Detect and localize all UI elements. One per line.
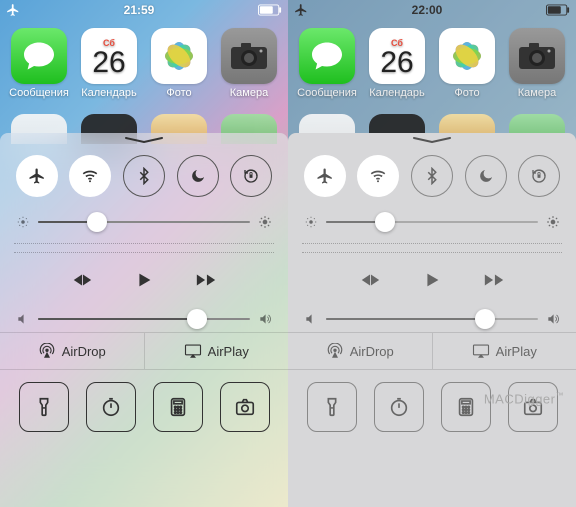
calculator-button[interactable] (153, 382, 203, 432)
home-row-1: Сообщения Сб 26 Календарь (288, 24, 576, 99)
volume-high-icon (546, 312, 560, 326)
play-button[interactable] (421, 269, 443, 296)
home-row-1: Сообщения Сб 26 Календарь (0, 24, 288, 99)
flashlight-button[interactable] (19, 382, 69, 432)
volume-low-icon (16, 312, 30, 326)
brightness-high-icon (546, 215, 560, 229)
volume-slider[interactable] (0, 306, 288, 332)
camera-icon (234, 396, 256, 418)
status-bar: 22:00 (288, 0, 576, 20)
control-center: AirDrop AirPlay (0, 133, 288, 507)
flashlight-icon (321, 396, 343, 418)
app-calendar[interactable]: Сб 26 Календарь (367, 28, 427, 99)
airdrop-icon (326, 343, 344, 359)
timer-button[interactable] (374, 382, 424, 432)
sheet-grabber-icon[interactable] (413, 137, 451, 143)
calculator-icon (455, 396, 477, 418)
app-calendar[interactable]: Сб 26 Календарь (79, 28, 139, 99)
airplane-toggle[interactable] (304, 155, 346, 197)
dnd-toggle[interactable] (465, 155, 507, 197)
airdrop-icon (38, 343, 56, 359)
previous-track-button[interactable] (359, 269, 381, 296)
next-track-button[interactable] (483, 269, 505, 296)
share-row: AirDrop AirPlay (288, 332, 576, 370)
airplay-button[interactable]: AirPlay (432, 333, 576, 369)
camera-button[interactable] (508, 382, 558, 432)
app-photos[interactable]: Фото (149, 28, 209, 99)
calculator-icon (167, 396, 189, 418)
messages-icon (11, 28, 67, 84)
media-controls (288, 261, 576, 306)
app-messages[interactable]: Сообщения (9, 28, 69, 99)
flashlight-button[interactable] (307, 382, 357, 432)
airplane-status-icon (6, 3, 20, 17)
quick-launch-row (288, 370, 576, 444)
messages-icon (299, 28, 355, 84)
brightness-low-icon (16, 215, 30, 229)
camera-app-icon (221, 28, 277, 84)
timer-button[interactable] (86, 382, 136, 432)
app-photos[interactable]: Фото (437, 28, 497, 99)
photos-icon (151, 28, 207, 84)
airplay-icon (472, 343, 490, 359)
panel-right: 22:00 Сообщения Сб 26 Календарь (288, 0, 576, 507)
separator (302, 252, 562, 253)
app-camera[interactable]: Камера (219, 28, 279, 99)
wifi-toggle[interactable] (357, 155, 399, 197)
flashlight-icon (33, 396, 55, 418)
dnd-toggle[interactable] (177, 155, 219, 197)
brightness-slider[interactable] (288, 209, 576, 235)
comparison-container: 21:59 Сообщения Сб 26 Календарь (0, 0, 576, 507)
brightness-low-icon (304, 215, 318, 229)
toggle-row (0, 149, 288, 209)
calendar-icon: Сб 26 (81, 28, 137, 84)
calculator-button[interactable] (441, 382, 491, 432)
volume-low-icon (304, 312, 318, 326)
control-center: MACDigger™ AirDrop AirPlay (288, 133, 576, 507)
airplane-toggle[interactable] (16, 155, 58, 197)
wifi-toggle[interactable] (69, 155, 111, 197)
app-messages[interactable]: Сообщения (297, 28, 357, 99)
airdrop-button[interactable]: AirDrop (0, 333, 144, 369)
rotation-lock-toggle[interactable] (518, 155, 560, 197)
volume-high-icon (258, 312, 272, 326)
airplay-button[interactable]: AirPlay (144, 333, 289, 369)
photos-icon (439, 28, 495, 84)
toggle-row (288, 149, 576, 209)
separator (14, 252, 274, 253)
watermark: MACDigger™ (484, 391, 564, 406)
airplane-status-icon (294, 3, 308, 17)
play-button[interactable] (133, 269, 155, 296)
camera-button[interactable] (220, 382, 270, 432)
quick-launch-row (0, 370, 288, 444)
sheet-grabber-icon[interactable] (125, 137, 163, 143)
rotation-lock-toggle[interactable] (230, 155, 272, 197)
timer-icon (100, 396, 122, 418)
panel-left: 21:59 Сообщения Сб 26 Календарь (0, 0, 288, 507)
media-controls (0, 261, 288, 306)
previous-track-button[interactable] (71, 269, 93, 296)
status-time: 21:59 (124, 3, 155, 17)
brightness-slider[interactable] (0, 209, 288, 235)
separator (302, 243, 562, 244)
bluetooth-toggle[interactable] (411, 155, 453, 197)
airdrop-button[interactable]: AirDrop (288, 333, 432, 369)
status-bar: 21:59 (0, 0, 288, 20)
bluetooth-toggle[interactable] (123, 155, 165, 197)
camera-app-icon (509, 28, 565, 84)
share-row: AirDrop AirPlay (0, 332, 288, 370)
separator (14, 243, 274, 244)
airplay-icon (184, 343, 202, 359)
app-camera[interactable]: Камера (507, 28, 567, 99)
battery-icon (258, 4, 282, 16)
next-track-button[interactable] (195, 269, 217, 296)
status-time: 22:00 (412, 3, 443, 17)
calendar-icon: Сб 26 (369, 28, 425, 84)
volume-slider[interactable] (288, 306, 576, 332)
brightness-high-icon (258, 215, 272, 229)
timer-icon (388, 396, 410, 418)
battery-icon (546, 4, 570, 16)
